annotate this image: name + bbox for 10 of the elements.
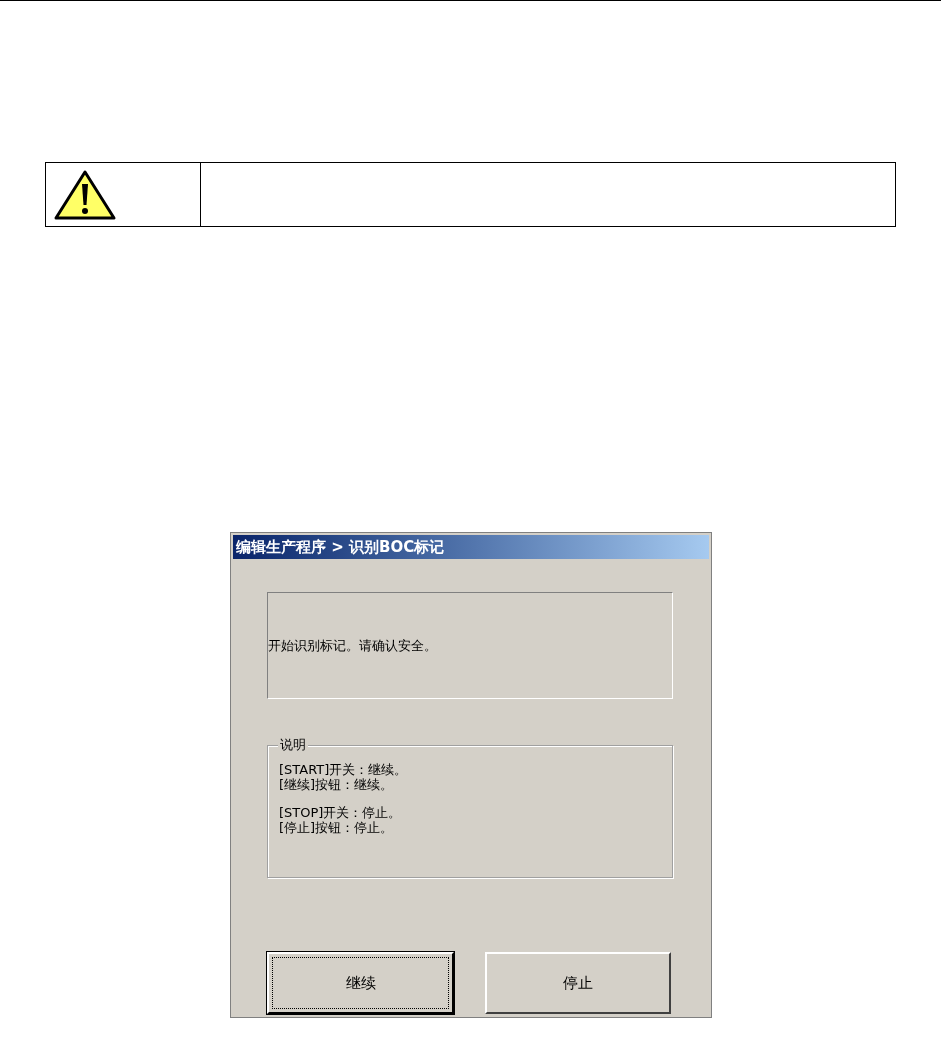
description-line: [STOP]开关：停止。 — [279, 805, 403, 820]
warning-icon — [53, 168, 117, 221]
group-label: 说明 — [278, 737, 308, 753]
dialog-button[interactable]: 停止 — [485, 952, 671, 1014]
description-line: [START]开关：继续。 — [279, 762, 409, 777]
dialog-button[interactable]: 继续 — [267, 952, 454, 1014]
message-text: 开始识别标记。请确认安全。 — [268, 636, 437, 655]
description-line: [继续]按钮：继续。 — [279, 777, 395, 792]
description-line: [停止]按钮：停止。 — [279, 820, 395, 835]
window-title: 编辑生产程序 > 识别BOC标记 — [236, 536, 445, 558]
